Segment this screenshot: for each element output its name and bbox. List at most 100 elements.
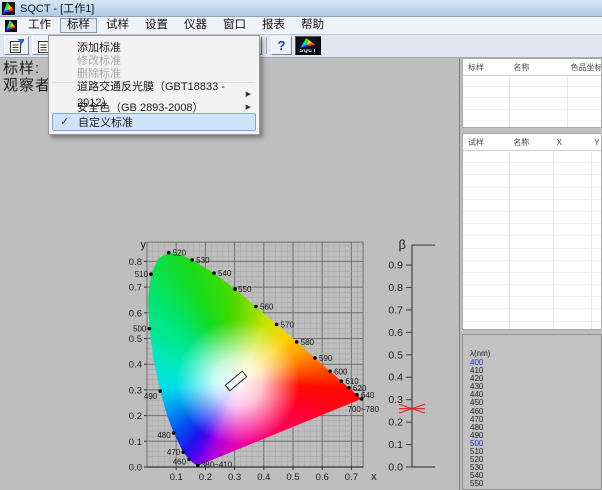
- wavelength-label: 700~780: [348, 405, 380, 414]
- table-row: [463, 297, 601, 309]
- wavelength-label: 510: [135, 270, 149, 279]
- table-row: [463, 236, 601, 248]
- beta-gauge: 0.00.10.20.30.40.50.60.70.80.9β: [388, 237, 435, 473]
- locus-point: [148, 327, 152, 331]
- table-row: [463, 285, 601, 297]
- wavelength-value: 460: [470, 408, 601, 416]
- menu-item-5[interactable]: 窗口: [216, 18, 253, 33]
- wavelength-label: 550: [238, 285, 252, 294]
- table-header-row: 试样名称XY: [463, 134, 601, 151]
- wavelength-value: 440: [470, 391, 601, 399]
- wavelength-label: 620: [353, 384, 367, 393]
- menu-item-3[interactable]: 设置: [138, 18, 175, 33]
- locus-point: [328, 369, 332, 373]
- menu-item-2[interactable]: 试样: [99, 18, 136, 33]
- column-header: 试样: [463, 137, 508, 148]
- wavelength-label: 380~410: [201, 461, 233, 470]
- wavelength-value: 470: [470, 416, 601, 424]
- toolbar-sqct-button[interactable]: SQCT: [295, 36, 321, 55]
- menu-bar-items: 工作标样试样设置仪器窗口报表帮助: [20, 18, 332, 33]
- checkmark-icon: ✓: [60, 115, 69, 128]
- menu-item-1[interactable]: 标样: [60, 18, 97, 33]
- standards-menu: 添加标准修改标准删除标准道路交通反光膜（GBT18833 - 2012）▶安全色…: [48, 35, 260, 135]
- toolbar-help-button[interactable]: ?: [271, 36, 292, 55]
- x-tick-label: 0.2: [199, 472, 212, 483]
- wavelength-value: 490: [470, 432, 601, 440]
- y-tick-label: 0.6: [129, 308, 142, 319]
- menu-item-6[interactable]: 报表: [255, 18, 292, 33]
- table-row: [463, 309, 601, 321]
- wavelength-list: 4004104204304404504604704804905005105205…: [463, 359, 601, 489]
- menu-item-5[interactable]: 安全色（GB 2893-2008）▶: [51, 100, 257, 113]
- y-tick-label: 0.7: [129, 283, 142, 294]
- toolbar-separator: [266, 37, 268, 54]
- locus-point: [254, 305, 258, 309]
- y-tick-label: 0.1: [129, 437, 142, 448]
- column-header: Y: [589, 138, 601, 147]
- column-divider: [567, 75, 568, 127]
- beta-tick-label: 0.9: [388, 260, 403, 272]
- grid: [146, 242, 363, 467]
- table-row: [463, 188, 601, 200]
- locus-point: [196, 464, 200, 468]
- wavelength-value: 540: [470, 472, 601, 480]
- cie-horseshoe-gamut: [147, 242, 363, 467]
- list-download-icon: [9, 38, 25, 54]
- wavelength-label: 610: [345, 377, 359, 386]
- toolbar-button-load-standard[interactable]: [4, 36, 29, 55]
- locus-point: [158, 389, 162, 393]
- locus-point: [167, 251, 171, 255]
- wavelength-value: 420: [470, 375, 601, 383]
- locus-point: [172, 431, 176, 435]
- wavelength-label: 470: [167, 448, 181, 457]
- locus-point: [212, 271, 216, 275]
- table-row: [463, 212, 601, 224]
- column-divider: [509, 75, 510, 127]
- menu-item-7[interactable]: 帮助: [294, 18, 331, 33]
- table-row: [463, 151, 601, 163]
- wavelength-label: 640: [361, 391, 375, 400]
- table-row: [463, 163, 601, 175]
- wavelength-value: 510: [470, 448, 601, 456]
- submenu-arrow-icon: ▶: [246, 103, 251, 111]
- column-header: 名称: [508, 137, 551, 148]
- beta-tick-label: 0.7: [388, 304, 403, 316]
- wavelength-value: 430: [470, 383, 601, 391]
- wavelength-label: 580: [301, 338, 315, 347]
- sample-table[interactable]: 试样名称XY: [462, 133, 602, 330]
- locus-point: [355, 393, 359, 397]
- wavelength-label: 490: [144, 392, 158, 401]
- menu-item-0[interactable]: 工作: [21, 18, 58, 33]
- wavelength-value: 520: [470, 456, 601, 464]
- column-divider: [553, 150, 554, 329]
- menu-item-6[interactable]: ✓自定义标准: [52, 113, 256, 131]
- y-tick-label: 0.8: [129, 257, 142, 268]
- locus-point: [149, 272, 153, 276]
- x-tick-label: 0.7: [345, 472, 358, 483]
- wavelength-label: 460: [173, 457, 187, 466]
- table-row: [463, 98, 601, 109]
- wavelength-label: 520: [173, 249, 187, 258]
- locus-point: [295, 340, 299, 344]
- y-tick-label: 0.2: [129, 411, 142, 422]
- table-row: [463, 224, 601, 236]
- axis-labels: 0.10.20.30.40.50.60.70.00.10.20.30.40.50…: [129, 239, 377, 483]
- menu-item-4[interactable]: 仪器: [177, 18, 214, 33]
- sqct-logo-icon: [299, 38, 317, 49]
- app-icon: [2, 2, 15, 15]
- locus-point: [313, 356, 317, 360]
- table-row: [463, 322, 601, 330]
- wavelength-points: 5105205305405505605705805906006106206407…: [133, 249, 379, 470]
- table-row: [463, 121, 601, 128]
- locus-point: [187, 458, 191, 462]
- column-header: 色品坐标: [566, 62, 602, 73]
- beta-value-marker: [399, 404, 425, 413]
- submenu-arrow-icon: ▶: [246, 90, 251, 98]
- standard-table[interactable]: 标样名称色品坐标: [462, 58, 602, 128]
- panel-splitter[interactable]: [459, 57, 460, 490]
- wavelength-label: 570: [281, 320, 295, 329]
- table-row: [463, 261, 601, 273]
- beta-tick-label: 0.8: [388, 282, 403, 294]
- document-icon[interactable]: [5, 20, 17, 32]
- y-tick-label: 0.3: [129, 385, 142, 396]
